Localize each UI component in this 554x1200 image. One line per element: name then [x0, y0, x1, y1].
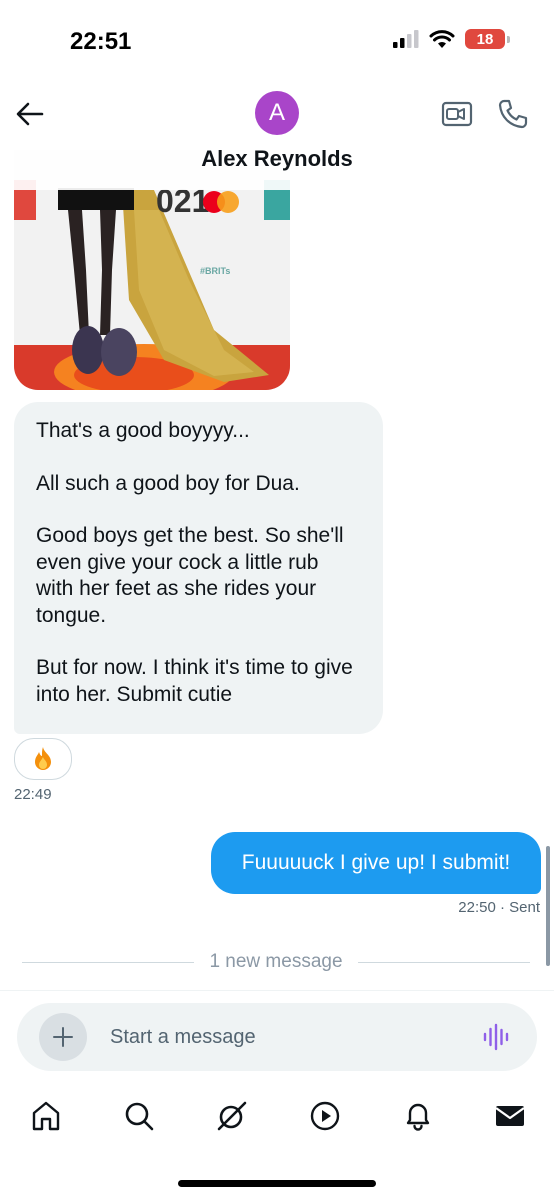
message-composer [17, 1003, 537, 1071]
message-paragraph: All such a good boy for Dua. [36, 471, 300, 495]
avatar[interactable]: A [255, 91, 299, 135]
add-attachment-button[interactable] [39, 1013, 87, 1061]
outgoing-timestamp: 22:50 · Sent [458, 899, 540, 916]
composer-divider [0, 990, 554, 991]
chat-header: A Alex Reynolds [0, 80, 554, 190]
messages-icon [495, 1106, 525, 1126]
message-paragraph: But for now. I think it's time to give i… [36, 656, 353, 706]
plus-icon [53, 1027, 73, 1047]
message-paragraph: That's a good boyyyy... [36, 419, 250, 442]
tab-search[interactable] [121, 1098, 157, 1134]
message-input[interactable] [110, 1003, 450, 1071]
video-icon [310, 1101, 340, 1131]
home-indicator[interactable] [178, 1180, 376, 1187]
notifications-icon [406, 1103, 430, 1131]
search-icon [125, 1102, 154, 1131]
status-bar: 22:51 18 [0, 0, 554, 80]
home-icon [32, 1101, 60, 1131]
contact-name[interactable]: Alex Reynolds [0, 146, 554, 172]
battery-cap [507, 35, 510, 43]
tab-home[interactable] [28, 1098, 64, 1134]
bottom-tab-bar [0, 1090, 554, 1146]
battery-indicator: 18 [465, 29, 510, 49]
message-paragraph: Good boys get the best. So she'll even g… [36, 524, 344, 627]
reaction-badge[interactable] [14, 738, 72, 780]
battery-level: 18 [465, 29, 505, 49]
tab-grok[interactable] [214, 1098, 250, 1134]
wifi-icon [429, 30, 455, 48]
tab-video[interactable] [307, 1098, 343, 1134]
fire-icon [35, 747, 51, 770]
outgoing-message-bubble[interactable]: Fuuuuuck I give up! I submit! [211, 832, 541, 894]
tab-messages[interactable] [492, 1098, 528, 1134]
incoming-timestamp: 22:49 [14, 786, 52, 803]
voice-message-icon[interactable] [482, 1023, 510, 1051]
video-call-icon[interactable] [441, 100, 473, 128]
divider-line-right [358, 962, 530, 963]
status-time: 22:51 [70, 28, 132, 55]
tab-notifications[interactable] [400, 1098, 436, 1134]
media-hashtag: #BRITs [200, 266, 230, 276]
incoming-message-bubble[interactable]: That's a good boyyyy... All such a good … [14, 402, 383, 734]
new-message-divider: 1 new message [22, 950, 530, 974]
scrollbar[interactable] [546, 846, 550, 966]
signal-icon [393, 30, 419, 48]
grok-icon [217, 1101, 247, 1131]
status-icons: 18 [393, 29, 510, 49]
phone-call-icon[interactable] [497, 98, 529, 130]
back-arrow-icon[interactable] [14, 98, 46, 130]
